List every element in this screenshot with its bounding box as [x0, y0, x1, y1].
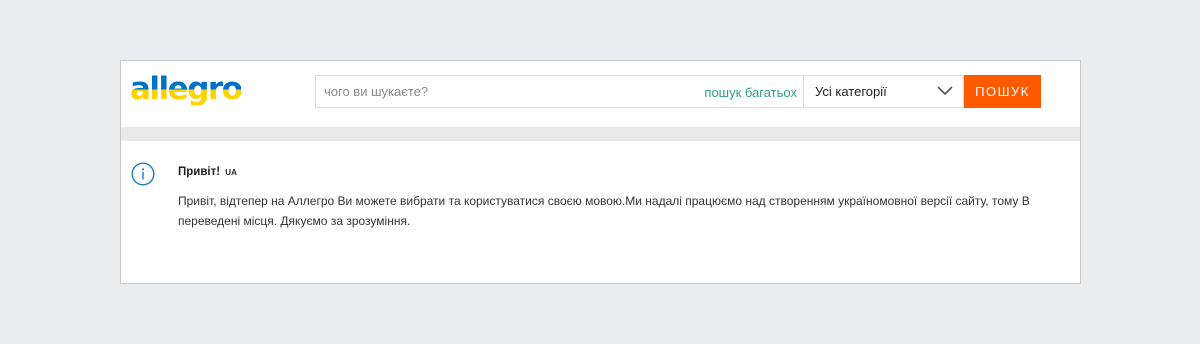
- chevron-down-icon: [937, 86, 953, 96]
- notice-message-line-2: переведені місця. Дякуємо за зрозуміння.: [178, 214, 411, 228]
- info-icon: [131, 162, 155, 186]
- category-select[interactable]: Усі категорії: [803, 75, 964, 108]
- page-frame: allegro пошук багатьох Усі категорії ПОШ…: [120, 60, 1081, 284]
- header-divider: [121, 127, 1080, 141]
- language-badge: UA: [225, 168, 237, 177]
- notice-title: Привіт! UA: [178, 166, 237, 178]
- search-box: пошук багатьох: [315, 75, 803, 108]
- header: allegro пошук багатьох Усі категорії ПОШ…: [121, 61, 1080, 127]
- multi-search-link[interactable]: пошук багатьох: [704, 85, 797, 100]
- allegro-logo[interactable]: allegro: [129, 70, 241, 110]
- search-input[interactable]: [324, 76, 694, 107]
- svg-text:allegro: allegro: [130, 71, 241, 107]
- language-notice: Привіт! UA Привіт, відтепер на Аллегро В…: [121, 141, 1080, 283]
- notice-title-text: Привіт!: [178, 166, 221, 178]
- notice-message-line-1: Привіт, відтепер на Аллегро Ви можете ви…: [178, 194, 1030, 208]
- category-select-label: Усі категорії: [815, 84, 887, 99]
- notice-message: Привіт, відтепер на Аллегро Ви можете ви…: [178, 191, 1080, 231]
- search-button[interactable]: ПОШУК: [964, 75, 1041, 108]
